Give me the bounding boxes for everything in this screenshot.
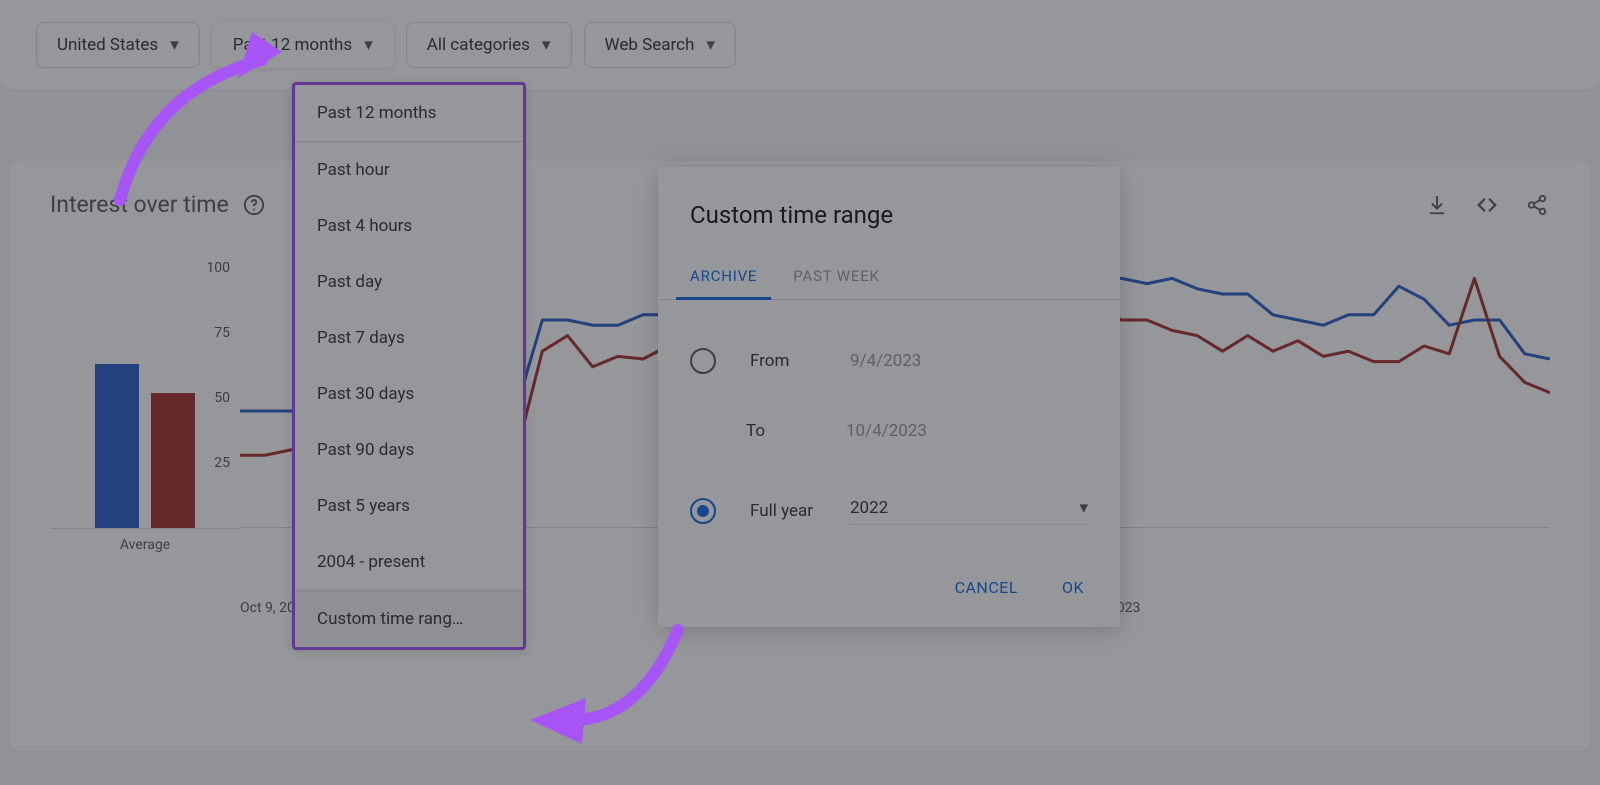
category-filter-label: All categories [427, 35, 530, 55]
tab-archive[interactable]: ARCHIVE [690, 267, 757, 299]
average-bar [151, 393, 195, 528]
dialog-actions: CANCEL OK [690, 568, 1088, 607]
from-label: From [750, 351, 850, 371]
caret-down-icon: ▾ [364, 35, 373, 55]
region-filter-label: United States [57, 35, 158, 55]
filter-bar: United States ▾ Past 12 months ▾ All cat… [0, 0, 1600, 91]
time-filter[interactable]: Past 12 months ▾ [212, 22, 394, 68]
cancel-button[interactable]: CANCEL [951, 568, 1022, 607]
time-option[interactable]: Past 7 days [295, 310, 523, 366]
y-tick: 100 [200, 260, 240, 276]
time-option[interactable]: Past day [295, 254, 523, 310]
fullyear-select[interactable]: 2022 ▾ [850, 498, 1088, 525]
card-title-row: Interest over time [50, 191, 267, 218]
time-option-custom[interactable]: Custom time rang… [295, 591, 523, 647]
caret-down-icon: ▾ [1079, 498, 1088, 518]
fullyear-row: Full year 2022 ▾ [690, 476, 1088, 546]
ok-button[interactable]: OK [1058, 568, 1088, 607]
time-option[interactable]: Past 4 hours [295, 198, 523, 254]
from-row: From 9/4/2023 [690, 326, 1088, 396]
time-dropdown: Past 12 months Past hourPast 4 hoursPast… [292, 82, 526, 650]
fullyear-value: 2022 [850, 498, 888, 518]
caret-down-icon: ▾ [706, 35, 715, 55]
download-icon[interactable] [1424, 192, 1450, 218]
to-value[interactable]: 10/4/2023 [846, 421, 1088, 442]
y-tick: 50 [200, 390, 240, 406]
dialog-tabs: ARCHIVE PAST WEEK [658, 267, 1120, 300]
searchtype-filter-label: Web Search [605, 35, 695, 55]
caret-down-icon: ▾ [542, 35, 551, 55]
to-label: To [746, 421, 846, 441]
custom-time-range-dialog: Custom time range ARCHIVE PAST WEEK From… [658, 167, 1120, 627]
average-label: Average [50, 537, 240, 553]
category-filter[interactable]: All categories ▾ [406, 22, 572, 68]
caret-down-icon: ▾ [170, 35, 179, 55]
card-title: Interest over time [50, 191, 229, 218]
radio-full-year[interactable] [690, 498, 716, 524]
time-option[interactable]: Past hour [295, 142, 523, 198]
radio-date-range[interactable] [690, 348, 716, 374]
searchtype-filter[interactable]: Web Search ▾ [584, 22, 736, 68]
share-icon[interactable] [1524, 192, 1550, 218]
embed-icon[interactable] [1474, 192, 1500, 218]
time-filter-label: Past 12 months [233, 35, 352, 55]
card-actions [1424, 192, 1550, 218]
tab-past-week[interactable]: PAST WEEK [793, 267, 880, 299]
y-tick: 25 [200, 455, 240, 471]
time-option-selected[interactable]: Past 12 months [295, 85, 523, 141]
region-filter[interactable]: United States ▾ [36, 22, 200, 68]
fullyear-label: Full year [750, 501, 850, 521]
average-bars-area: Average [50, 268, 240, 588]
time-option[interactable]: Past 30 days [295, 366, 523, 422]
help-icon[interactable] [241, 192, 267, 218]
time-option[interactable]: 2004 - present [295, 534, 523, 590]
to-row: To 10/4/2023 [690, 396, 1088, 466]
from-value[interactable]: 9/4/2023 [850, 351, 1088, 372]
time-option[interactable]: Past 5 years [295, 478, 523, 534]
time-option[interactable]: Past 90 days [295, 422, 523, 478]
dialog-title: Custom time range [690, 201, 1088, 229]
y-tick: 75 [200, 325, 240, 341]
average-bar [95, 364, 139, 528]
